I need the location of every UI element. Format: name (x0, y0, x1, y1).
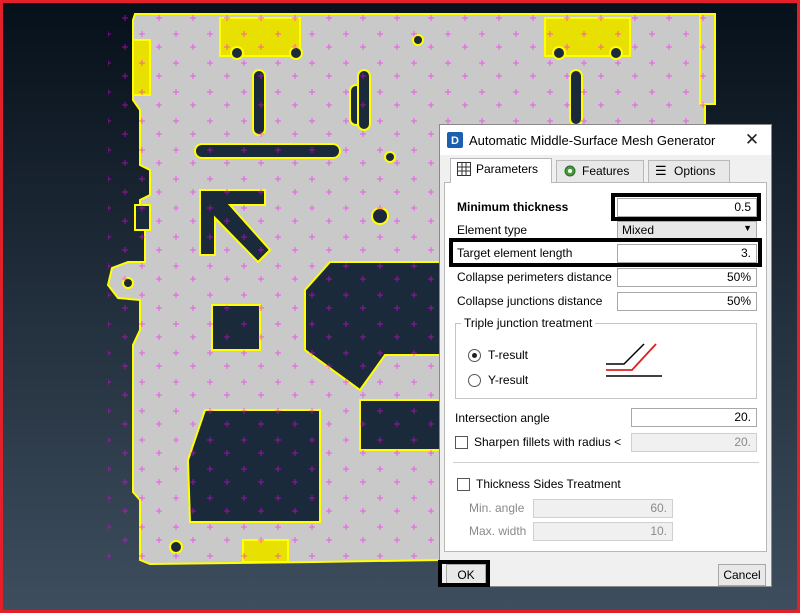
sharpen-label: Sharpen fillets with radius < (474, 435, 622, 449)
tab-label: Parameters (476, 162, 539, 176)
element-type-value: Mixed (622, 223, 655, 237)
tab-features[interactable]: Features (556, 160, 644, 182)
cancel-button[interactable]: Cancel (718, 564, 766, 586)
sharpen-radius-field[interactable]: 20. (631, 433, 757, 452)
ok-button[interactable]: OK (446, 564, 486, 586)
gear-icon (564, 165, 576, 177)
sharpen-checkbox[interactable] (455, 436, 468, 449)
grid-icon (457, 162, 471, 176)
intersection-angle-field[interactable]: 20. (631, 408, 757, 427)
menu-lines-icon: ☰ (655, 163, 667, 178)
min-thickness-label: Minimum thickness (457, 200, 569, 214)
tab-parameters[interactable]: Parameters (450, 158, 552, 183)
tab-label: Features (582, 164, 630, 178)
chevron-down-icon: ▼ (743, 223, 752, 233)
t-result-label: T-result (488, 348, 529, 362)
y-result-label: Y-result (488, 373, 529, 387)
max-width-field[interactable]: 10. (533, 522, 673, 541)
tab-options[interactable]: ☰ Options (648, 160, 730, 182)
dialog-title: Automatic Middle-Surface Mesh Generator (469, 133, 716, 148)
close-icon[interactable]: ✕ (742, 130, 762, 150)
group-title: Triple junction treatment (461, 316, 596, 330)
app-logo-icon: D (447, 132, 463, 148)
target-length-field[interactable]: 3. (617, 244, 757, 263)
thickness-sides-checkbox[interactable] (457, 478, 470, 491)
collapse-perimeters-label: Collapse perimeters distance (457, 270, 612, 284)
element-type-label: Element type (457, 223, 528, 237)
min-thickness-field[interactable]: 0.5 (617, 198, 757, 217)
thickness-sides-label: Thickness Sides Treatment (476, 477, 621, 491)
mesh-generator-dialog: D Automatic Middle-Surface Mesh Generato… (438, 124, 772, 587)
collapse-perimeters-field[interactable]: 50% (617, 268, 757, 287)
tab-label: Options (674, 164, 716, 178)
dialog-titlebar[interactable]: D Automatic Middle-Surface Mesh Generato… (440, 125, 771, 155)
intersection-angle-label: Intersection angle (455, 411, 550, 425)
y-result-radio[interactable] (468, 374, 481, 387)
max-width-label: Max. width (469, 524, 527, 538)
element-type-select[interactable]: Mixed ▼ (617, 221, 757, 240)
junction-diagram-icon (606, 343, 662, 377)
t-result-radio[interactable] (468, 349, 481, 362)
parameters-panel: Minimum thickness 0.5 Element type Mixed… (444, 182, 767, 552)
svg-text:D: D (451, 135, 459, 147)
min-angle-field[interactable]: 60. (533, 499, 673, 518)
collapse-junctions-field[interactable]: 50% (617, 292, 757, 311)
min-angle-label: Min. angle (469, 501, 525, 515)
target-length-label: Target element length (457, 246, 573, 260)
collapse-junctions-label: Collapse junctions distance (457, 294, 603, 308)
triple-junction-group: Triple junction treatment T-result Y-res… (455, 316, 757, 399)
divider (453, 462, 759, 463)
